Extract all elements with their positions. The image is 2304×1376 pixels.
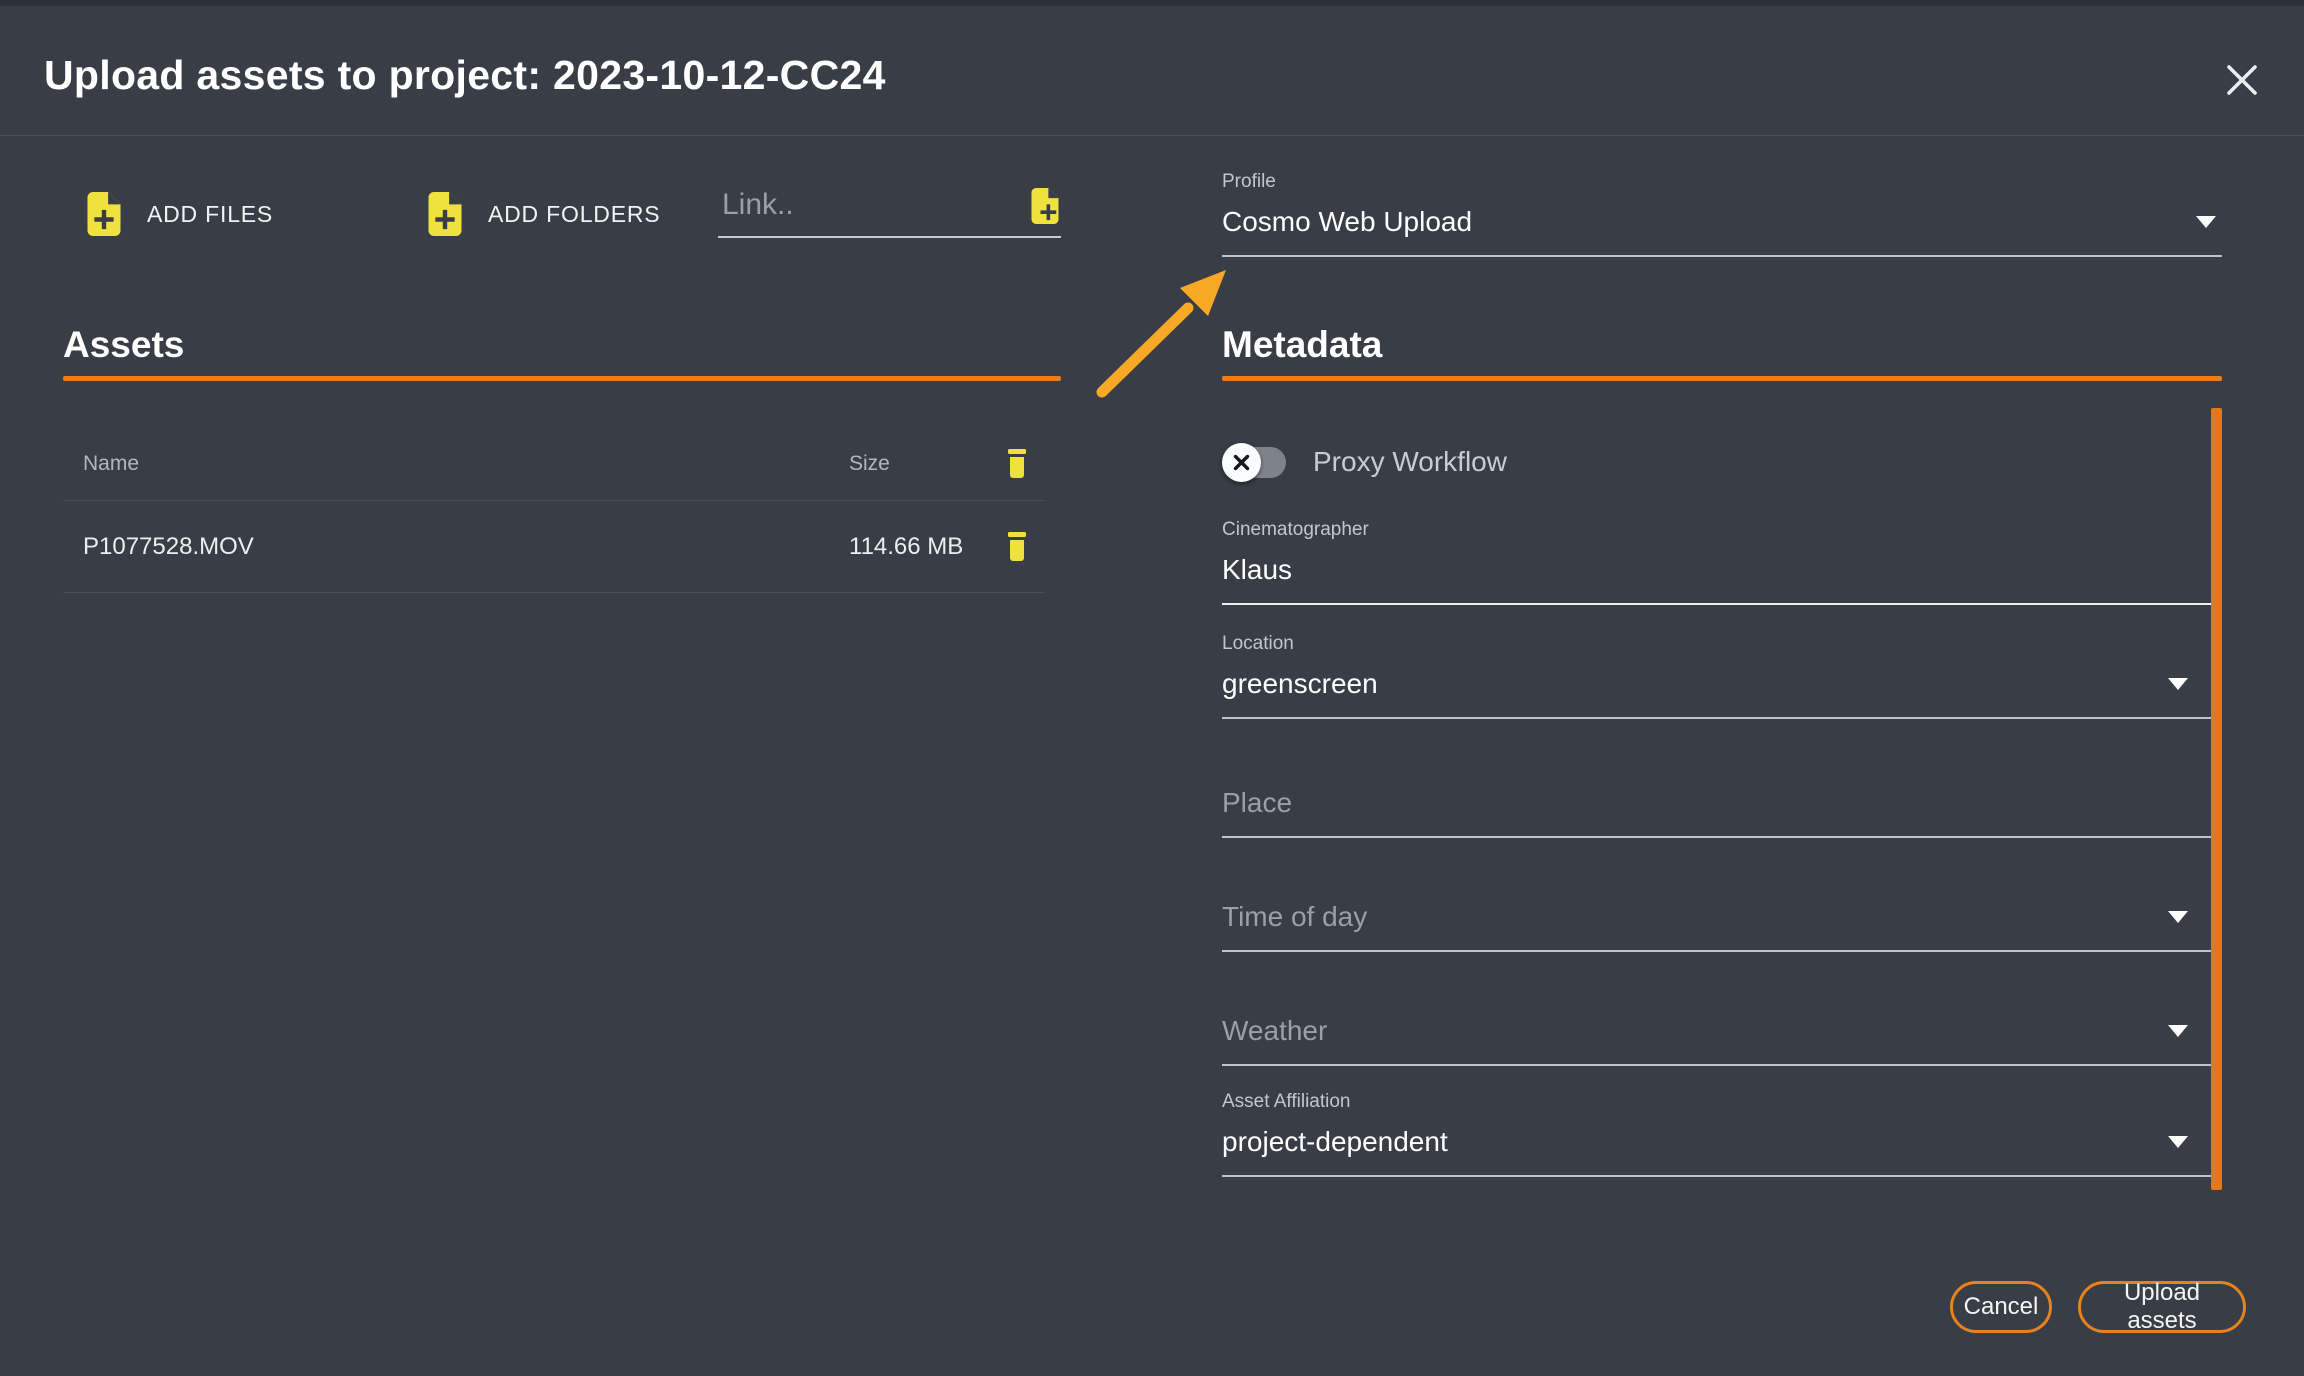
chevron-down-icon <box>2196 216 2216 228</box>
annotation-arrow <box>1096 270 1226 398</box>
cancel-button[interactable]: Cancel <box>1950 1281 2052 1333</box>
proxy-workflow-label: Proxy Workflow <box>1313 446 1507 477</box>
location-label: Location <box>1222 633 1294 654</box>
file-plus-icon <box>1031 188 1059 224</box>
assets-heading: Assets <box>63 324 185 365</box>
x-icon <box>1233 454 1250 471</box>
chevron-down-icon <box>2168 1136 2188 1148</box>
place-input[interactable]: Place <box>1222 770 2222 838</box>
file-plus-icon <box>428 192 462 236</box>
time-of-day-placeholder: Time of day <box>1222 901 1368 932</box>
location-select[interactable]: Location greenscreen <box>1222 632 2222 719</box>
upload-assets-button[interactable]: Upload assets <box>2078 1279 2246 1334</box>
metadata-scrollbar[interactable] <box>2211 408 2222 1190</box>
chevron-down-icon <box>2168 911 2188 923</box>
asset-name: P1077528.MOV <box>83 532 254 560</box>
profile-label: Profile <box>1222 171 1276 192</box>
file-plus-icon <box>87 192 121 236</box>
profile-select[interactable]: Profile Cosmo Web Upload <box>1222 170 2222 257</box>
add-link-button[interactable] <box>1031 188 1059 229</box>
header-divider <box>0 135 2304 136</box>
backdrop-edge <box>0 0 2304 6</box>
cinematographer-value: Klaus <box>1222 554 1293 585</box>
toggle-thumb-off <box>1222 443 1261 482</box>
link-input[interactable]: Link.. <box>718 178 1061 238</box>
upload-dialog: Upload assets to project: 2023-10-12-CC2… <box>0 0 2304 1376</box>
cinematographer-field[interactable]: Cinematographer Klaus <box>1222 518 2222 605</box>
asset-affiliation-label: Asset Affiliation <box>1222 1091 1351 1112</box>
delete-asset-button[interactable] <box>995 531 1039 563</box>
chevron-down-icon <box>2168 678 2188 690</box>
metadata-heading: Metadata <box>1222 324 1383 365</box>
place-placeholder: Place <box>1222 787 1293 818</box>
chevron-down-icon <box>2168 1025 2188 1037</box>
asset-size: 114.66 MB <box>849 532 964 560</box>
close-icon <box>2227 65 2257 95</box>
add-files-button[interactable]: ADD FILES <box>87 192 273 236</box>
dialog-title: Upload assets to project: 2023-10-12-CC2… <box>44 52 886 98</box>
asset-affiliation-select[interactable]: Asset Affiliation project-dependent <box>1222 1090 2222 1177</box>
table-divider <box>63 592 1045 593</box>
add-folders-button[interactable]: ADD FOLDERS <box>428 192 660 236</box>
link-placeholder: Link.. <box>722 188 794 221</box>
close-button[interactable] <box>2218 56 2266 104</box>
assets-table: Name Size P1077528.MOV 114.66 MB <box>63 428 1045 593</box>
trash-icon <box>1008 531 1026 561</box>
table-row: P1077528.MOV 114.66 MB <box>63 501 1045 592</box>
asset-affiliation-value: project-dependent <box>1222 1126 1448 1157</box>
assets-rule <box>63 376 1061 381</box>
proxy-workflow-toggle[interactable] <box>1222 443 1286 482</box>
profile-value: Cosmo Web Upload <box>1222 206 1473 237</box>
assets-table-header: Name Size <box>63 428 1045 500</box>
add-files-label: ADD FILES <box>147 200 274 227</box>
trash-icon <box>1008 449 1026 478</box>
column-name: Name <box>83 452 140 475</box>
column-size: Size <box>849 452 890 475</box>
metadata-rule <box>1222 376 2222 381</box>
location-value: greenscreen <box>1222 668 1378 699</box>
weather-select[interactable]: Weather <box>1222 998 2222 1066</box>
time-of-day-select[interactable]: Time of day <box>1222 884 2222 952</box>
delete-all-button[interactable] <box>995 448 1039 480</box>
cinematographer-label: Cinematographer <box>1222 519 1369 540</box>
weather-placeholder: Weather <box>1222 1015 1328 1046</box>
add-folders-label: ADD FOLDERS <box>488 200 661 227</box>
